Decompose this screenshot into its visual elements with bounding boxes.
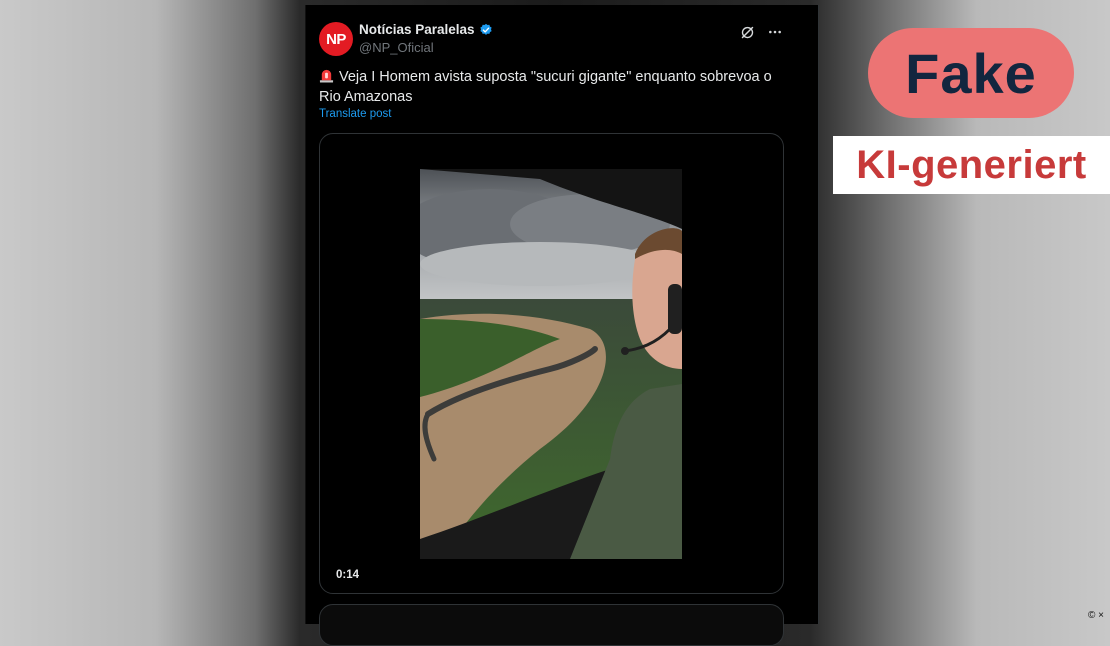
tweet-card: NP Notícias Paralelas @NP_Oficial Veja I…: [305, 5, 819, 646]
grok-icon[interactable]: [738, 23, 756, 41]
post-text-content: Veja I Homem avista suposta "sucuri giga…: [319, 69, 772, 105]
video-player[interactable]: 0:14: [319, 133, 784, 594]
copyright-mark: © ×: [1088, 610, 1104, 621]
more-icon[interactable]: [766, 23, 784, 41]
ki-generated-label: KI-generiert: [833, 136, 1110, 194]
avatar[interactable]: NP: [319, 22, 353, 56]
next-post-card[interactable]: [319, 604, 784, 646]
video-frame[interactable]: [420, 169, 682, 559]
display-name[interactable]: Notícias Paralelas: [359, 22, 475, 37]
post-text: Veja I Homem avista suposta "sucuri giga…: [319, 67, 789, 107]
siren-icon: [319, 68, 334, 83]
post-actions: [738, 23, 784, 41]
video-duration: 0:14: [336, 569, 360, 581]
author-row: Notícias Paralelas: [359, 22, 493, 37]
translate-post-link[interactable]: Translate post: [319, 108, 391, 120]
user-handle[interactable]: @NP_Oficial: [359, 40, 434, 55]
verified-icon: [479, 23, 493, 37]
fake-badge: Fake: [868, 28, 1074, 118]
